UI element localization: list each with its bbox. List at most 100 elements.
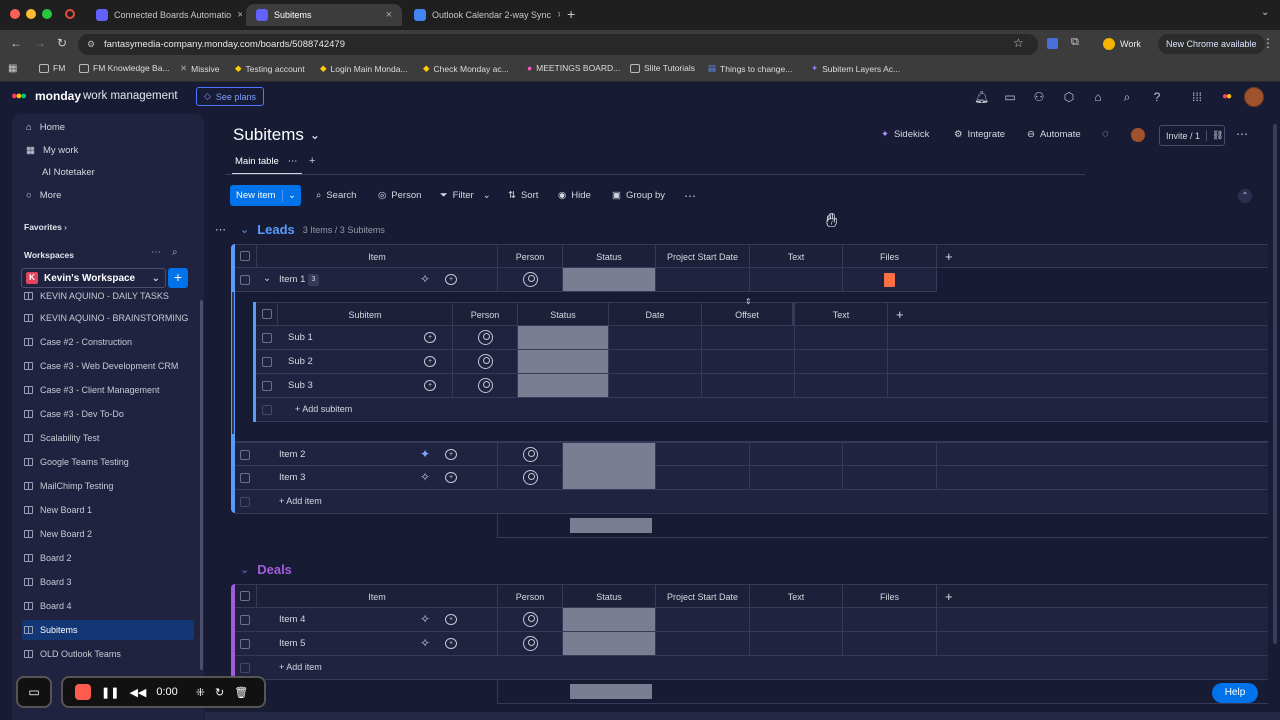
search-button[interactable]: ⌕ Search bbox=[316, 190, 356, 201]
row-checkbox[interactable] bbox=[240, 450, 250, 460]
add-update-icon[interactable]: + bbox=[445, 449, 457, 460]
group-header-leads[interactable]: ⌄ Leads 3 Items / 3 Subitems bbox=[240, 222, 385, 237]
new-item-button[interactable]: New item ⌄ bbox=[230, 185, 301, 206]
chrome-update-button[interactable]: New Chrome available bbox=[1158, 34, 1265, 54]
select-all-checkbox[interactable] bbox=[240, 591, 250, 601]
date-cell[interactable] bbox=[609, 326, 702, 350]
column-resize-handle-icon[interactable]: ⇕ bbox=[745, 297, 752, 306]
subitem-row[interactable]: Sub 1 + bbox=[256, 326, 453, 350]
bookmark-item[interactable]: ◆ Login Main Monda... bbox=[320, 63, 408, 74]
add-update-icon[interactable]: + bbox=[445, 274, 457, 285]
inbox-icon[interactable]: ▭ bbox=[1003, 90, 1017, 104]
column-header-start-date[interactable]: Project Start Date bbox=[656, 584, 750, 608]
sidebar-item-home[interactable]: ⌂ Home bbox=[26, 122, 65, 133]
status-summary-bar[interactable] bbox=[570, 684, 652, 699]
select-all-checkbox[interactable] bbox=[240, 251, 250, 261]
item-name[interactable]: Item 5 bbox=[279, 638, 305, 649]
status-cell[interactable] bbox=[563, 268, 656, 292]
delete-icon[interactable]: 🗑︎ bbox=[234, 686, 248, 699]
close-icon[interactable]: × bbox=[237, 9, 242, 21]
invite-members-icon[interactable]: ⚇ bbox=[1032, 90, 1046, 104]
column-header-files[interactable]: Files bbox=[843, 584, 937, 608]
bookmark-item[interactable]: ▤ Things to change... bbox=[708, 63, 792, 74]
item-name[interactable]: Item 3 bbox=[279, 472, 305, 483]
table-row[interactable]: ⌄ Item 1 3 ✧ + bbox=[235, 268, 498, 292]
date-cell[interactable] bbox=[656, 442, 750, 466]
group-menu-icon[interactable]: ⋯ bbox=[215, 223, 226, 236]
avatar[interactable] bbox=[1131, 128, 1145, 142]
status-cell[interactable] bbox=[518, 326, 609, 350]
subitem-row[interactable]: Sub 3 + bbox=[256, 374, 453, 398]
close-icon[interactable]: × bbox=[557, 9, 560, 21]
row-checkbox[interactable] bbox=[240, 615, 250, 625]
ai-sparkle-icon[interactable]: ✧ bbox=[420, 471, 430, 483]
sidebar-item-ai-notetaker[interactable]: AI Notetaker bbox=[26, 167, 95, 178]
select-all-subitems-checkbox[interactable] bbox=[262, 309, 272, 319]
table-row[interactable]: Item 4 ✧ + bbox=[235, 608, 498, 632]
rewind-icon[interactable]: ◀◀ bbox=[129, 686, 146, 699]
group-header-deals[interactable]: ⌄ Deals bbox=[240, 562, 292, 577]
add-update-icon[interactable]: + bbox=[445, 472, 457, 483]
sidebar-board-item[interactable]: Case #3 - Web Development CRM bbox=[22, 356, 194, 376]
recorder-camera-button[interactable]: ▭ bbox=[16, 676, 52, 708]
sidebar-board-item[interactable]: Google Teams Testing bbox=[22, 452, 194, 472]
add-item-link[interactable]: + Add item bbox=[279, 662, 322, 672]
bookmark-item[interactable]: ✦ Subitem Layers Ac... bbox=[811, 63, 900, 74]
item-name[interactable]: Item 4 bbox=[279, 614, 305, 625]
sidebar-board-item-selected[interactable]: Subitems bbox=[22, 620, 194, 640]
subitem-header-date[interactable]: Date bbox=[609, 302, 702, 326]
stop-recording-button[interactable] bbox=[75, 684, 91, 700]
column-header-start-date[interactable]: Project Start Date bbox=[656, 244, 750, 268]
add-item-row[interactable]: + Add item bbox=[235, 656, 1268, 680]
file-icon[interactable] bbox=[884, 273, 895, 287]
ai-sparkle-icon[interactable]: ✧ bbox=[420, 613, 430, 625]
files-cell[interactable] bbox=[843, 268, 937, 292]
sidebar-item-more[interactable]: ○ More bbox=[26, 190, 61, 201]
status-cell[interactable] bbox=[563, 608, 656, 632]
recording-tab-icon[interactable] bbox=[65, 9, 75, 19]
automate-button[interactable]: ⊖ Automate bbox=[1027, 129, 1081, 140]
date-cell[interactable] bbox=[656, 632, 750, 656]
chevron-down-icon[interactable]: ⌄ bbox=[282, 190, 301, 201]
ai-sparkle-icon[interactable]: ✧ bbox=[420, 637, 430, 649]
more-options-icon[interactable]: ⋯ bbox=[288, 156, 298, 167]
sidebar-board-item[interactable]: Scalability Test bbox=[22, 428, 194, 448]
date-cell[interactable] bbox=[656, 608, 750, 632]
user-avatar[interactable] bbox=[1244, 87, 1264, 107]
sort-button[interactable]: ⇅ Sort bbox=[508, 190, 538, 201]
files-cell[interactable] bbox=[843, 608, 937, 632]
help-button[interactable]: Help bbox=[1212, 683, 1258, 703]
person-cell[interactable] bbox=[453, 326, 518, 350]
status-cell[interactable] bbox=[563, 466, 656, 490]
item-name[interactable]: Item 2 bbox=[279, 449, 305, 460]
comment-icon[interactable]: ◌ bbox=[1102, 128, 1109, 140]
offset-cell[interactable] bbox=[702, 326, 795, 350]
forward-icon[interactable]: → bbox=[34, 36, 46, 50]
group-by-button[interactable]: ▣ Group by bbox=[612, 190, 665, 201]
add-update-icon[interactable]: + bbox=[424, 356, 436, 367]
add-view-icon[interactable]: + bbox=[309, 155, 315, 167]
person-cell[interactable] bbox=[453, 374, 518, 398]
favorites-section[interactable]: Favorites › bbox=[24, 222, 67, 232]
text-cell[interactable] bbox=[795, 350, 888, 374]
item-name[interactable]: Item 1 bbox=[279, 274, 305, 285]
column-header-status[interactable]: Status bbox=[563, 584, 656, 608]
person-cell[interactable] bbox=[498, 632, 563, 656]
add-update-icon[interactable]: + bbox=[445, 614, 457, 625]
text-cell[interactable] bbox=[795, 374, 888, 398]
chevron-down-icon[interactable]: ⌄ bbox=[483, 190, 491, 201]
expand-subitems-icon[interactable]: ⌄ bbox=[263, 273, 271, 284]
add-item-link[interactable]: + Add item bbox=[279, 496, 322, 506]
column-header-person[interactable]: Person bbox=[498, 244, 563, 268]
text-cell[interactable] bbox=[750, 466, 843, 490]
tab-main-table[interactable]: Main table ⋯ bbox=[235, 156, 297, 167]
reload-icon[interactable]: ↻ bbox=[57, 36, 67, 50]
vertical-scrollbar[interactable] bbox=[1273, 124, 1277, 644]
subitem-row[interactable]: Sub 2 + bbox=[256, 350, 453, 374]
ai-sparkle-icon[interactable]: ✧ bbox=[420, 273, 430, 285]
see-plans-button[interactable]: ◇ See plans bbox=[196, 87, 264, 106]
row-checkbox[interactable] bbox=[240, 473, 250, 483]
bookmark-item[interactable]: FM Knowledge Ba... bbox=[79, 63, 170, 73]
sidebar-scrollbar[interactable] bbox=[200, 300, 203, 670]
tab-connected-boards[interactable]: Connected Boards Automatio × bbox=[86, 4, 242, 26]
